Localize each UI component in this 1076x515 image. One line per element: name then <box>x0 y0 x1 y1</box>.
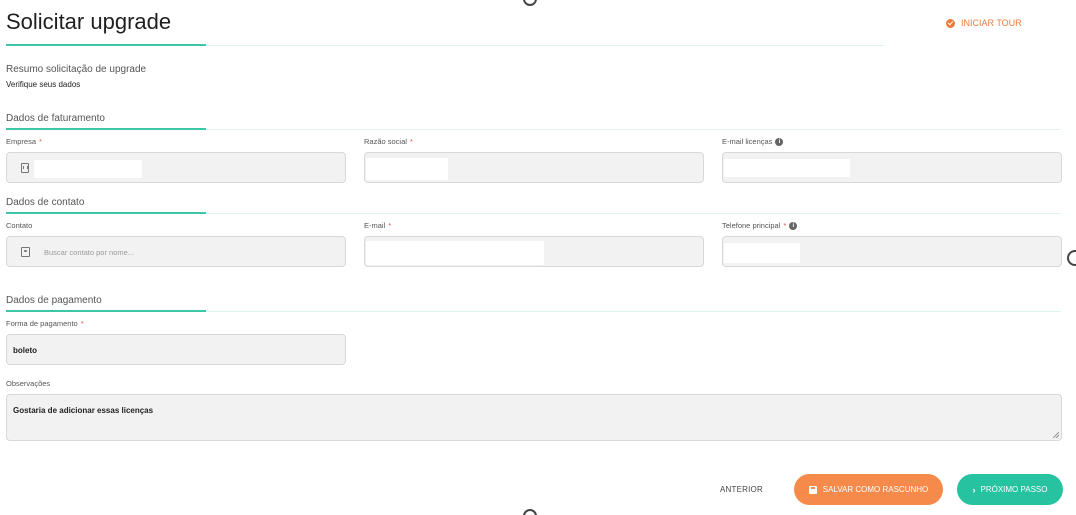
cropped-circle-bottom <box>523 509 537 515</box>
save-icon <box>808 485 817 494</box>
required-mark: * <box>80 319 84 328</box>
company-field[interactable] <box>6 152 346 183</box>
billing-section-title: Dados de faturamento <box>6 113 105 124</box>
billing-divider-accent <box>6 128 206 130</box>
phone-field[interactable] <box>722 236 1062 267</box>
license-email-label: E-mail licenças i <box>722 137 784 146</box>
title-divider-accent <box>6 44 206 46</box>
payment-method-select[interactable]: boleto <box>6 334 346 365</box>
notes-textarea[interactable]: Gostaria de adicionar essas licenças <box>6 394 1062 441</box>
notes-value: Gostaria de adicionar essas licenças <box>13 406 154 415</box>
building-icon <box>21 163 29 173</box>
license-email-field[interactable] <box>722 152 1062 183</box>
next-step-button[interactable]: › PRÓXIMO PASSO <box>957 474 1063 505</box>
required-mark: * <box>39 137 42 146</box>
summary-subtitle: Verifique seus dados <box>6 80 81 89</box>
summary-title: Resumo solicitação de upgrade <box>6 64 147 75</box>
phone-value-redacted <box>724 243 800 263</box>
company-value-redacted <box>34 160 142 178</box>
payment-method-value: boleto <box>13 346 37 355</box>
check-circle-icon <box>946 18 955 28</box>
payment-section-title: Dados de pagamento <box>6 295 102 306</box>
page-title: Solicitar upgrade <box>6 9 172 34</box>
chevron-right-icon: › <box>972 484 976 495</box>
previous-button[interactable]: ANTERIOR <box>720 485 763 494</box>
info-icon[interactable]: i <box>775 137 784 146</box>
company-label: Empresa * <box>6 137 42 146</box>
resize-handle[interactable] <box>1053 432 1059 438</box>
save-draft-button[interactable]: SALVAR COMO RASCUNHO <box>794 474 943 505</box>
license-email-value-redacted <box>724 159 850 177</box>
company-name-label: Razão social * <box>364 137 413 146</box>
cropped-circle-right <box>1067 250 1076 266</box>
company-name-value-redacted <box>366 158 448 180</box>
contact-search-placeholder: Buscar contato por nome... <box>44 248 135 257</box>
contact-divider-accent <box>6 212 206 214</box>
email-field[interactable] <box>364 236 704 267</box>
contact-label: Contato <box>6 221 33 230</box>
email-value-redacted <box>366 241 544 265</box>
payment-method-label: Forma de pagamento * <box>6 319 84 328</box>
contact-section-title: Dados de contato <box>6 197 85 208</box>
cropped-circle-top <box>523 0 537 6</box>
next-step-label: PRÓXIMO PASSO <box>980 485 1048 494</box>
notes-label: Observações <box>6 379 51 388</box>
phone-label: Telefone principal * i <box>722 221 798 230</box>
contact-card-icon <box>21 247 30 257</box>
required-mark: * <box>388 221 392 230</box>
required-mark: * <box>783 221 787 230</box>
start-tour-label: INICIAR TOUR <box>961 18 1022 28</box>
save-draft-label: SALVAR COMO RASCUNHO <box>822 485 929 494</box>
start-tour-button[interactable]: INICIAR TOUR <box>946 18 1022 28</box>
info-icon[interactable]: i <box>789 221 798 230</box>
required-mark: * <box>409 137 413 146</box>
email-label: E-mail * <box>364 221 392 230</box>
company-name-field[interactable] <box>364 152 704 183</box>
contact-search-field[interactable]: Buscar contato por nome... <box>6 236 346 267</box>
payment-divider-accent <box>6 310 206 312</box>
